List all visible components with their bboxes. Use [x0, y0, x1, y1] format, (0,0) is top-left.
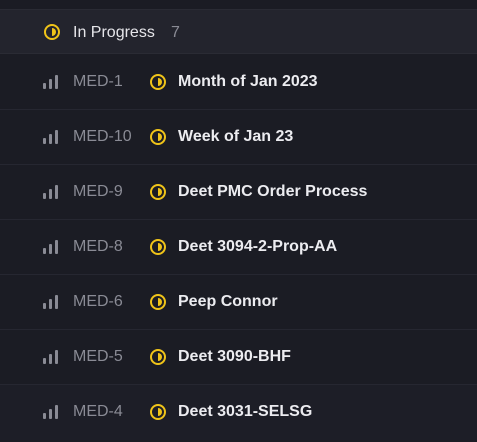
issue-row[interactable]: MED-9 Deet PMC Order Process [0, 165, 477, 220]
issue-title: Peep Connor [178, 293, 278, 310]
issue-title: Month of Jan 2023 [178, 73, 318, 90]
in-progress-icon[interactable] [149, 293, 167, 311]
issue-row[interactable]: MED-6 Peep Connor [0, 275, 477, 330]
issue-id: MED-8 [73, 238, 123, 255]
issue-title: Deet 3031-SELSG [178, 403, 313, 420]
priority-bars-icon[interactable] [43, 185, 59, 199]
group-count: 7 [171, 24, 180, 41]
issue-id: MED-4 [73, 403, 123, 420]
in-progress-icon[interactable] [149, 73, 167, 91]
issue-list: MED-1 Month of Jan 2023 MED-10 Week of J… [0, 55, 477, 440]
top-divider [0, 0, 477, 10]
issue-id: MED-10 [73, 128, 132, 145]
issue-row[interactable]: MED-5 Deet 3090-BHF [0, 330, 477, 385]
priority-bars-icon[interactable] [43, 405, 59, 419]
issue-row[interactable]: MED-1 Month of Jan 2023 [0, 55, 477, 110]
issue-row[interactable]: MED-4 Deet 3031-SELSG [0, 385, 477, 440]
group-title: In Progress [73, 24, 155, 41]
in-progress-icon[interactable] [149, 403, 167, 421]
issue-title: Deet 3090-BHF [178, 348, 291, 365]
issue-title: Week of Jan 23 [178, 128, 294, 145]
priority-bars-icon[interactable] [43, 75, 59, 89]
issue-row[interactable]: MED-8 Deet 3094-2-Prop-AA [0, 220, 477, 275]
issue-title: Deet PMC Order Process [178, 183, 368, 200]
issue-id: MED-9 [73, 183, 123, 200]
issue-id: MED-6 [73, 293, 123, 310]
in-progress-icon[interactable] [149, 128, 167, 146]
priority-bars-icon[interactable] [43, 295, 59, 309]
in-progress-icon [43, 23, 61, 41]
in-progress-icon[interactable] [149, 183, 167, 201]
in-progress-icon[interactable] [149, 238, 167, 256]
priority-bars-icon[interactable] [43, 350, 59, 364]
issue-row[interactable]: MED-10 Week of Jan 23 [0, 110, 477, 165]
priority-bars-icon[interactable] [43, 240, 59, 254]
group-header-in-progress[interactable]: In Progress 7 [0, 10, 477, 54]
issue-id: MED-5 [73, 348, 123, 365]
issue-id: MED-1 [73, 73, 123, 90]
in-progress-icon[interactable] [149, 348, 167, 366]
priority-bars-icon[interactable] [43, 130, 59, 144]
issue-title: Deet 3094-2-Prop-AA [178, 238, 338, 255]
